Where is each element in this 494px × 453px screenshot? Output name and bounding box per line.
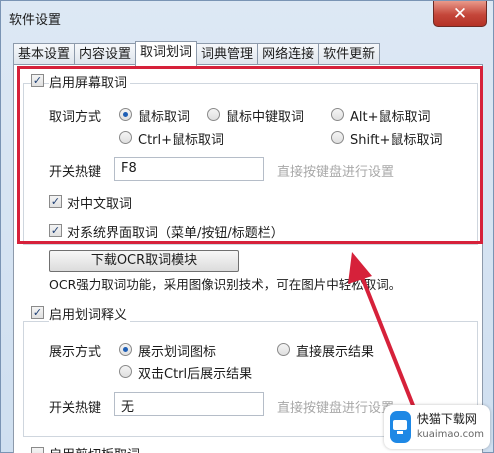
radio-middle-button-capture-label: 鼠标中键取词 bbox=[226, 110, 305, 125]
selection-hotkey-field[interactable]: 无 bbox=[114, 392, 264, 416]
tab-basic[interactable]: 基本设置 bbox=[13, 43, 76, 65]
tab-update[interactable]: 软件更新 bbox=[318, 43, 381, 65]
capture-method-label: 取词方式 bbox=[49, 110, 102, 125]
capture-hotkey-label: 开关热键 bbox=[49, 165, 102, 180]
radio-shift-mouse-capture-label: Shift+鼠标取词 bbox=[350, 133, 443, 148]
chinese-capture-label: 对中文取词 bbox=[67, 197, 133, 212]
enable-screen-capture-label: 启用屏幕取词 bbox=[49, 72, 131, 91]
enable-clipboard-label: 启用剪切板取词 bbox=[49, 444, 140, 453]
system-ui-capture-label: 对系统界面取词（菜单/按钮/标题栏） bbox=[67, 226, 284, 241]
radio-show-result-label: 直接展示结果 bbox=[296, 345, 375, 360]
radio-ctrl-mouse-capture-label: Ctrl+鼠标取词 bbox=[138, 133, 225, 148]
tab-bar: 基本设置 内容设置 取词划词 词典管理 网络连接 软件更新 bbox=[13, 41, 381, 66]
download-ocr-button[interactable]: 下载OCR取词模块 bbox=[49, 250, 239, 272]
radio-middle-button-capture[interactable] bbox=[207, 108, 220, 121]
enable-selection-label: 启用划词释义 bbox=[49, 304, 131, 323]
radio-ctrl-mouse-capture[interactable] bbox=[119, 131, 132, 144]
selection-hotkey-label: 开关热键 bbox=[49, 401, 102, 416]
capture-hotkey-field[interactable]: F8 bbox=[114, 157, 264, 181]
radio-mouse-capture[interactable] bbox=[119, 108, 132, 121]
watermark-logo-icon bbox=[390, 411, 411, 443]
radio-alt-mouse-capture-label: Alt+鼠标取词 bbox=[350, 110, 431, 125]
enable-screen-capture-checkbox[interactable]: ✓ bbox=[31, 74, 44, 87]
selection-hotkey-hint: 直接按键盘进行设置 bbox=[277, 401, 395, 416]
enable-selection-checkbox[interactable]: ✓ bbox=[31, 306, 44, 319]
tab-content[interactable]: 内容设置 bbox=[74, 43, 137, 65]
enable-clipboard-checkbox[interactable] bbox=[31, 447, 44, 453]
watermark-url: kuaimao.com bbox=[416, 429, 484, 440]
ocr-description: OCR强力取词功能，采用图像识别技术，可在图片中轻松取词。 bbox=[49, 277, 402, 292]
radio-mouse-capture-label: 鼠标取词 bbox=[138, 110, 191, 125]
radio-show-result[interactable] bbox=[277, 343, 290, 356]
system-ui-capture-checkbox[interactable]: ✓ bbox=[49, 224, 62, 237]
radio-double-ctrl-label: 双击Ctrl后展示结果 bbox=[138, 367, 253, 382]
capture-hotkey-hint: 直接按键盘进行设置 bbox=[277, 165, 395, 180]
settings-window: 软件设置 ✕ 基本设置 内容设置 取词划词 词典管理 网络连接 软件更新 ✓ 启… bbox=[0, 0, 494, 453]
radio-alt-mouse-capture[interactable] bbox=[331, 108, 344, 121]
display-method-label: 展示方式 bbox=[49, 345, 102, 360]
radio-show-icon[interactable] bbox=[119, 343, 132, 356]
watermark-name: 快猫下载网 bbox=[416, 412, 477, 426]
chinese-capture-checkbox[interactable]: ✓ bbox=[49, 195, 62, 208]
tab-dictionary[interactable]: 词典管理 bbox=[196, 43, 259, 65]
tab-capture[interactable]: 取词划词 bbox=[135, 41, 198, 66]
window-title: 软件设置 bbox=[9, 13, 62, 28]
radio-double-ctrl[interactable] bbox=[119, 365, 132, 378]
watermark: 快猫下载网 kuaimao.com bbox=[384, 405, 490, 449]
radio-show-icon-label: 展示划词图标 bbox=[138, 345, 217, 360]
close-button[interactable]: ✕ bbox=[433, 1, 487, 27]
radio-shift-mouse-capture[interactable] bbox=[331, 131, 344, 144]
tab-network[interactable]: 网络连接 bbox=[257, 43, 320, 65]
close-icon: ✕ bbox=[452, 3, 468, 24]
